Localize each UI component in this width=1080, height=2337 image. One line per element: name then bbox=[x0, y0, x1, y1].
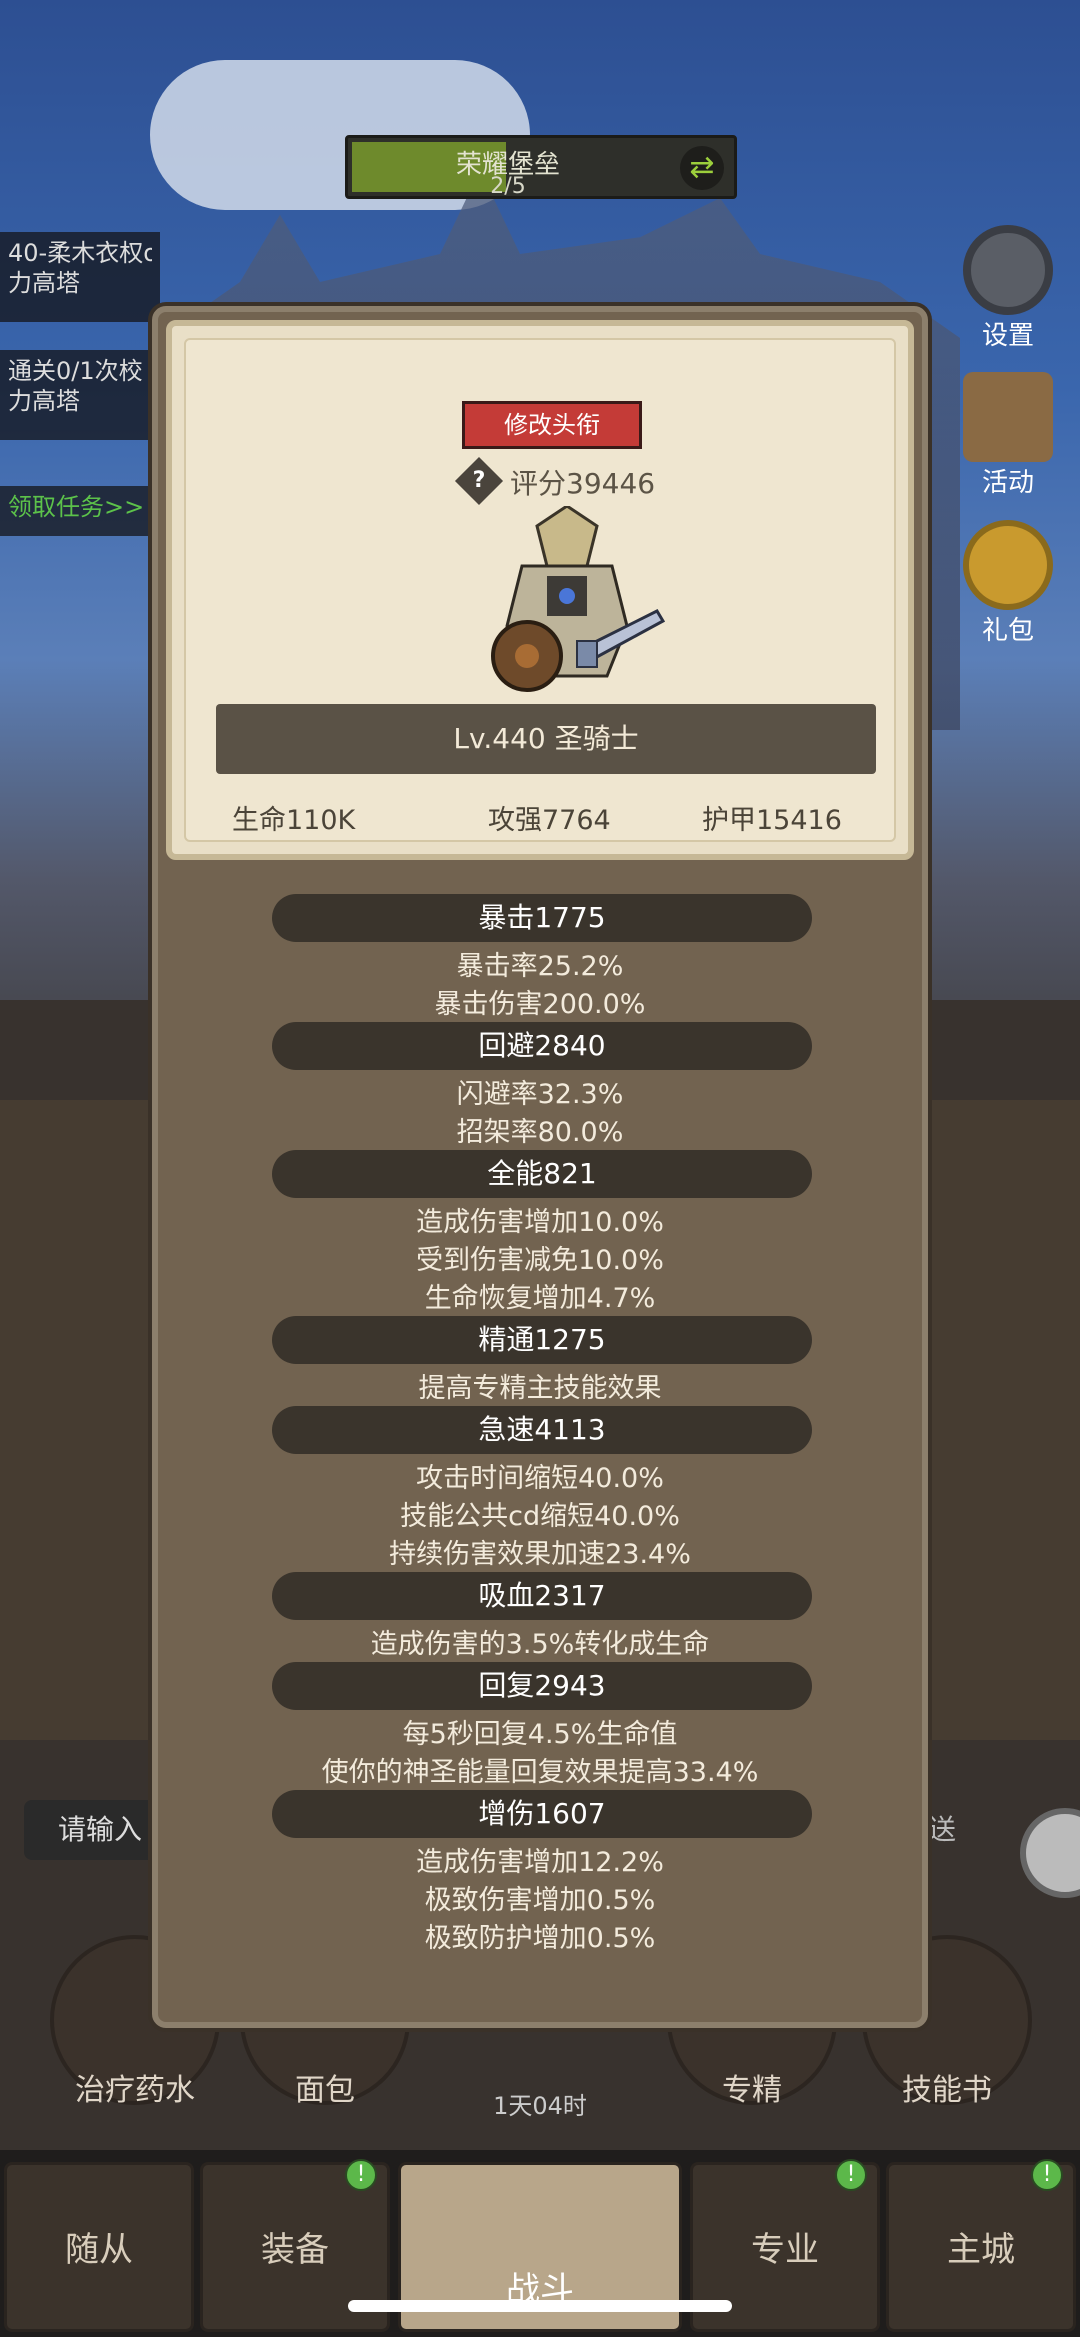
notification-badge: ! bbox=[835, 2159, 867, 2191]
stat-header-versatility: 全能821 bbox=[272, 1150, 812, 1198]
stat-line: 闪避率32.3% bbox=[456, 1079, 624, 1110]
stat-line: 造成伤害增加10.0% bbox=[416, 1207, 664, 1238]
bread-label: 面包 bbox=[295, 2073, 355, 2108]
stat-line: 使你的神圣能量回复效果提高33.4% bbox=[321, 1757, 759, 1788]
settings-button[interactable]: 设置 bbox=[948, 225, 1068, 352]
stat-title: 回复2943 bbox=[478, 1669, 606, 1702]
stat-header-avoidance: 回避2840 bbox=[272, 1022, 812, 1070]
stat-title: 回避2840 bbox=[478, 1029, 606, 1062]
stat-header-crit: 暴击1775 bbox=[272, 894, 812, 942]
task-panel-2[interactable]: 通关0/1次校 力高塔 bbox=[0, 350, 160, 440]
stat-line: 极致伤害增加0.5% bbox=[424, 1885, 656, 1916]
skill-book-label: 技能书 bbox=[902, 2073, 992, 2108]
stat-line: 造成伤害的3.5%转化成生命 bbox=[370, 1629, 710, 1660]
armor-stat: 护甲15416 bbox=[702, 805, 842, 836]
activity-scroll-icon bbox=[963, 372, 1053, 462]
edit-title-button[interactable]: 修改头衔 bbox=[462, 401, 642, 449]
stat-line: 技能公共cd缩短40.0% bbox=[400, 1501, 680, 1532]
claim-task-link[interactable]: 领取任务>> bbox=[0, 486, 160, 536]
stat-line: 受到伤害减免10.0% bbox=[416, 1245, 664, 1276]
stat-title: 暴击1775 bbox=[478, 901, 606, 934]
hp-stat: 生命110K bbox=[232, 805, 356, 836]
stat-title: 增伤1607 bbox=[478, 1797, 606, 1830]
stat-header-mastery: 精通1275 bbox=[272, 1316, 812, 1364]
stat-line: 生命恢复增加4.7% bbox=[424, 1283, 656, 1314]
stat-header-haste: 急速4113 bbox=[272, 1406, 812, 1454]
switch-icon[interactable]: ⇄ bbox=[680, 146, 724, 190]
home-indicator bbox=[348, 2300, 732, 2312]
task-text: 通关0/1次校 bbox=[8, 357, 143, 385]
task-panel-1[interactable]: 40-柔木衣权o(*￣▽￣*)o 力高塔 bbox=[0, 232, 160, 322]
castle-progress: 2/5 bbox=[490, 174, 526, 199]
stat-header-regen: 回复2943 bbox=[272, 1662, 812, 1710]
potion-label: 治疗药水 bbox=[75, 2073, 195, 2108]
level-class-bar: Lv.440 圣骑士 bbox=[216, 704, 876, 774]
gift-coin-icon bbox=[963, 520, 1053, 610]
stat-line: 每5秒回复4.5%生命值 bbox=[402, 1719, 678, 1750]
stat-line: 提高专精主技能效果 bbox=[418, 1373, 662, 1404]
stat-line: 暴击率25.2% bbox=[456, 951, 624, 982]
chat-input[interactable]: 请输入 bbox=[24, 1800, 164, 1860]
stat-title: 急速4113 bbox=[478, 1413, 606, 1446]
score-text: 评分39446 bbox=[510, 467, 656, 500]
tab-label: 装备 bbox=[261, 2230, 329, 2270]
stat-header-lifesteal: 吸血2317 bbox=[272, 1572, 812, 1620]
notification-badge: ! bbox=[345, 2159, 377, 2191]
stat-line: 持续伤害效果加速23.4% bbox=[389, 1539, 691, 1570]
task-subtext: 力高塔 bbox=[8, 269, 80, 297]
tab-label: 专业 bbox=[751, 2230, 819, 2270]
tab-label: 随从 bbox=[65, 2230, 133, 2270]
task-text: 40-柔木衣权o(*￣▽￣*)o bbox=[8, 239, 152, 267]
gear-icon bbox=[963, 225, 1053, 315]
tab-main-city[interactable]: 主城 ! bbox=[886, 2159, 1076, 2332]
stat-title: 全能821 bbox=[487, 1157, 597, 1190]
stat-line: 招架率80.0% bbox=[456, 1117, 624, 1148]
timer-text: 1天04时 bbox=[493, 2092, 587, 2120]
specialization-label: 专精 bbox=[722, 2073, 782, 2108]
stat-line: 极致防护增加0.5% bbox=[424, 1923, 656, 1954]
stat-header-damage-bonus: 增伤1607 bbox=[272, 1790, 812, 1838]
gift-button[interactable]: 礼包 bbox=[948, 520, 1068, 647]
character-stats-modal: 修改头衔 ? 评分39446 Lv.440 圣骑士 生命110K 攻强7764 … bbox=[152, 306, 928, 2028]
paladin-character-icon bbox=[491, 506, 666, 692]
character-card: 修改头衔 ? 评分39446 Lv.440 圣骑士 生命110K 攻强7764 … bbox=[166, 320, 914, 860]
help-icon[interactable]: ? bbox=[464, 464, 494, 498]
castle-banner[interactable]: 荣耀堡垒 2/5 ⇄ bbox=[345, 135, 737, 199]
activity-button[interactable]: 活动 bbox=[948, 372, 1068, 499]
stat-title: 吸血2317 bbox=[478, 1579, 606, 1612]
task-subtext: 力高塔 bbox=[8, 387, 80, 415]
stat-line: 暴击伤害200.0% bbox=[434, 989, 646, 1020]
tab-label: 主城 bbox=[947, 2230, 1015, 2270]
tab-followers[interactable]: 随从 bbox=[4, 2162, 194, 2332]
stat-line: 造成伤害增加12.2% bbox=[416, 1847, 664, 1878]
settings-label: 设置 bbox=[981, 321, 1034, 351]
stat-title: 精通1275 bbox=[478, 1323, 606, 1356]
tab-label: 战斗 bbox=[506, 2270, 574, 2310]
activity-label: 活动 bbox=[981, 468, 1034, 498]
attack-stat: 攻强7764 bbox=[488, 805, 611, 836]
notification-badge: ! bbox=[1031, 2159, 1063, 2191]
gift-label: 礼包 bbox=[981, 616, 1034, 646]
stat-line: 攻击时间缩短40.0% bbox=[416, 1463, 664, 1494]
